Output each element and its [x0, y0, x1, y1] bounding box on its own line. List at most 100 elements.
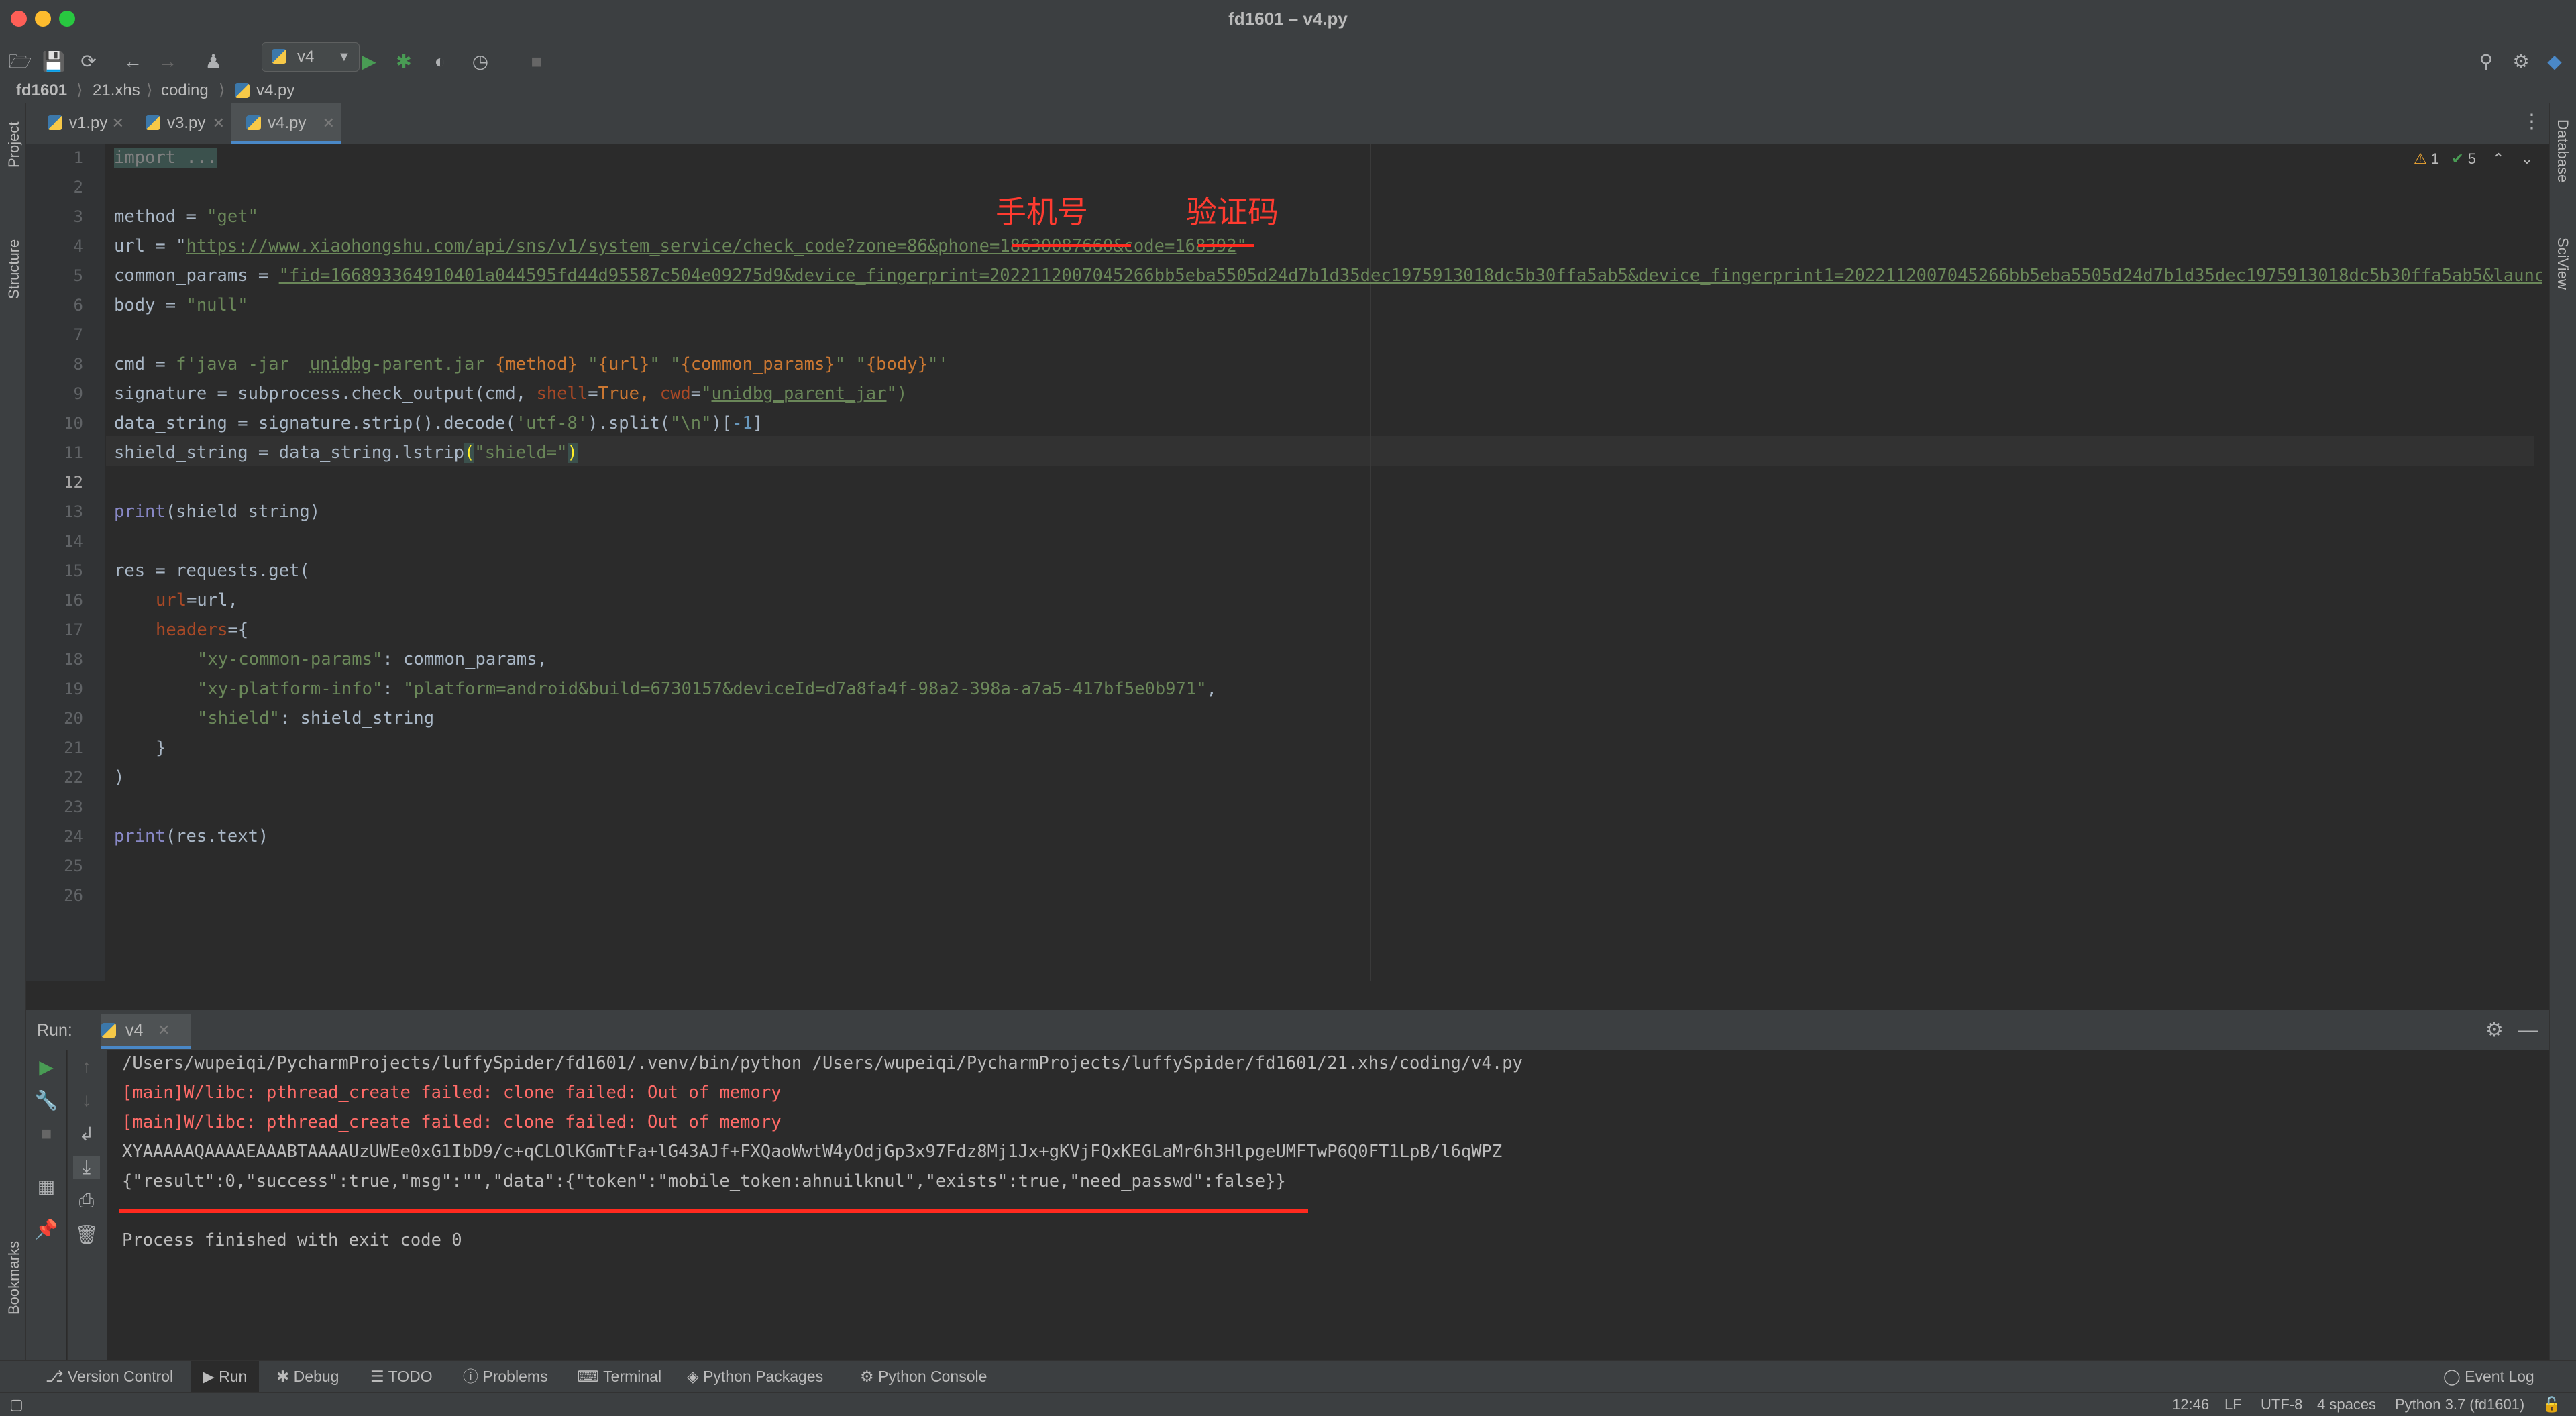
console-icon: ⚙ [860, 1368, 879, 1385]
print-icon[interactable]: ⎙ [73, 1190, 100, 1212]
layout-icon[interactable]: ▦ [33, 1175, 60, 1197]
chevron-down-icon[interactable]: ⌄ [2521, 150, 2533, 167]
folded-import[interactable]: import ... [114, 148, 217, 168]
tool-terminal[interactable]: ⌨ Terminal [577, 1361, 661, 1392]
structure-tool-button[interactable]: Structure [5, 239, 23, 299]
run-label: Run: [37, 1021, 72, 1040]
output-line: XYAAAAAQAAAAEAAABTAAAAUzUWEe0xG1IbD9/c+q… [122, 1142, 1503, 1162]
line-number: 26 [64, 886, 83, 905]
close-tab-icon[interactable]: ✕ [323, 103, 335, 144]
python-file-icon [101, 1023, 116, 1038]
line-number: 2 [73, 178, 83, 197]
indent-setting[interactable]: 4 spaces [2317, 1393, 2376, 1416]
bookmarks-tool-button[interactable]: Bookmarks [5, 1241, 23, 1315]
output-underline-annotation [119, 1209, 1308, 1213]
python-file-icon [146, 115, 160, 130]
tab-v4[interactable]: v4.py ✕ [231, 103, 341, 144]
bug-icon: ✱ [276, 1368, 294, 1385]
sciview-tool-button[interactable]: SciView [2554, 237, 2571, 290]
code-line-19: "xy-common-params": common_params, [197, 649, 547, 669]
pin-icon[interactable]: 📌 [33, 1218, 60, 1240]
code-line-21: "shield": shield_string [197, 708, 435, 728]
line-separator[interactable]: LF [2224, 1393, 2242, 1416]
line-number: 22 [64, 768, 83, 787]
tab-v3[interactable]: v3.py ✕ [131, 103, 231, 144]
tool-window-bar: ⎇ Version Control ▶ Run ✱ Debug ☰ TODO ⓘ… [0, 1360, 2576, 1392]
run-tab-label: v4 [125, 1021, 144, 1040]
run-config-label: v4 [297, 48, 315, 66]
line-number: 17 [64, 620, 83, 639]
database-tool-button[interactable]: Database [2554, 119, 2571, 182]
line-number: 16 [64, 591, 83, 610]
soft-wrap-icon[interactable]: ↲ [73, 1123, 100, 1145]
output-error-line: [main]W/libc: pthread_create failed: clo… [122, 1112, 782, 1132]
phone-redaction-stroke [1012, 244, 1131, 247]
output-line: {"result":0,"success":true,"msg":"","dat… [122, 1171, 1286, 1191]
line-number: 12 [64, 473, 83, 492]
play-icon: ▶ [203, 1368, 219, 1385]
tool-version-control[interactable]: ⎇ Version Control [46, 1361, 173, 1392]
title-bar: fd1601 – v4.py [0, 0, 2576, 38]
tool-debug[interactable]: ✱ Debug [276, 1361, 339, 1392]
caret-position[interactable]: 12:46 [2172, 1393, 2209, 1416]
python-interpreter[interactable]: Python 3.7 (fd1601) [2395, 1393, 2524, 1416]
scroll-to-end-icon[interactable]: ⤓ [73, 1156, 100, 1179]
tool-todo[interactable]: ☰ TODO [370, 1361, 433, 1392]
rerun-icon[interactable]: ▶ [33, 1056, 60, 1078]
tab-label: v4.py [268, 114, 307, 132]
project-tool-button[interactable]: Project [5, 122, 23, 168]
tab-v1[interactable]: v1.py ✕ [33, 103, 131, 144]
chevron-up-icon[interactable]: ⌃ [2492, 150, 2504, 167]
line-number: 23 [64, 798, 83, 816]
code-line-16: res = requests.get( [114, 561, 310, 581]
inspection-widget[interactable]: ⚠ 1 ✔ 5 ⌃ ⌄ [2414, 149, 2533, 169]
minimize-panel-icon[interactable]: — [2518, 1010, 2538, 1050]
run-configuration-select[interactable]: v4 ▼ [262, 42, 360, 72]
code-line-17: url=url, [156, 590, 238, 610]
down-arrow-icon[interactable]: ↓ [73, 1089, 100, 1111]
output-error-line: [main]W/libc: pthread_create failed: clo… [122, 1083, 782, 1103]
line-number: 7 [73, 325, 83, 344]
code-redaction-stroke [1198, 244, 1254, 247]
left-tool-strip: Project Structure Bookmarks [0, 103, 26, 1360]
window-title: fd1601 – v4.py [1228, 9, 1348, 29]
close-tab-icon[interactable]: ✕ [112, 103, 124, 144]
tab-label: v1.py [69, 114, 108, 132]
code-line-23: ) [114, 767, 125, 787]
stop-icon[interactable]: ■ [33, 1123, 60, 1144]
line-number: 13 [64, 502, 83, 521]
tab-label: v3.py [167, 114, 206, 132]
file-encoding[interactable]: UTF-8 [2261, 1393, 2302, 1416]
wrench-icon[interactable]: 🔧 [33, 1089, 60, 1111]
line-number: 10 [64, 414, 83, 433]
breadcrumb-folder[interactable]: 21.xhs [93, 78, 140, 103]
branch-icon: ⎇ [46, 1368, 68, 1385]
layout-toggle-icon[interactable]: ▢ [9, 1393, 23, 1416]
up-arrow-icon[interactable]: ↑ [73, 1056, 100, 1077]
line-number: 4 [73, 237, 83, 256]
tool-python-packages[interactable]: ◈ Python Packages [687, 1361, 823, 1392]
line-number: 9 [73, 384, 83, 403]
tool-event-log[interactable]: ◯ Event Log [2443, 1361, 2534, 1392]
breadcrumb-project[interactable]: fd1601 [16, 78, 67, 103]
info-icon: ⓘ [463, 1368, 483, 1385]
settings-gear-icon[interactable]: ⚙ [2485, 1010, 2504, 1050]
line-number: 3 [73, 207, 83, 226]
close-tab-icon[interactable]: ✕ [213, 103, 225, 144]
tool-python-console[interactable]: ⚙ Python Console [860, 1361, 987, 1392]
lock-icon[interactable]: 🔓 [2542, 1393, 2561, 1416]
more-tabs-icon[interactable]: ⋮ [2522, 110, 2542, 133]
line-number: 1 [73, 148, 83, 167]
tool-problems[interactable]: ⓘ Problems [463, 1361, 548, 1392]
speech-bubble-icon: ◯ [2443, 1368, 2465, 1385]
run-actions-primary: ▶ 🔧 ■ ▦ 📌 [26, 1050, 66, 1360]
line-number: 18 [64, 650, 83, 669]
run-panel-header: Run: v4 ✕ ⚙ — [26, 1010, 2549, 1050]
list-icon: ☰ [370, 1368, 388, 1385]
breadcrumb-subfolder[interactable]: coding [161, 78, 209, 103]
breadcrumb-file[interactable]: v4.py [256, 78, 294, 103]
trash-icon[interactable]: 🗑 [73, 1223, 100, 1246]
output-line: Process finished with exit code 0 [122, 1230, 462, 1250]
close-tab-icon[interactable]: ✕ [158, 1010, 170, 1050]
tool-run[interactable]: ▶ Run [191, 1361, 260, 1392]
